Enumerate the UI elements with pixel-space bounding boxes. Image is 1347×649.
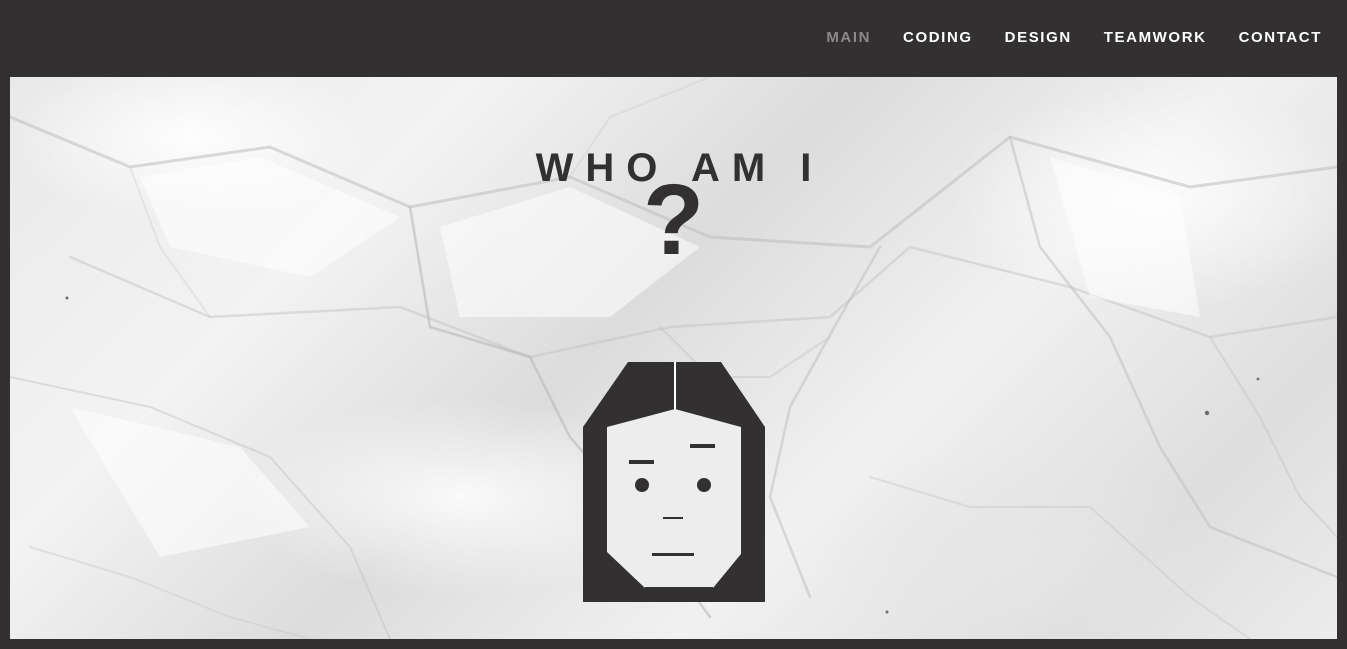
avatar-face-icon (583, 362, 765, 602)
page: MAIN CODING DESIGN TEAMWORK CONTACT WHO … (0, 0, 1347, 649)
nav-item-coding[interactable]: CODING (903, 28, 973, 48)
top-navigation-bar: MAIN CODING DESIGN TEAMWORK CONTACT (0, 0, 1347, 77)
nav-item-teamwork[interactable]: TEAMWORK (1104, 28, 1207, 48)
nav-item-main[interactable]: MAIN (826, 28, 871, 48)
nav-item-design[interactable]: DESIGN (1005, 28, 1072, 48)
hero-banner: WHO AM I ? (10, 77, 1337, 639)
main-nav: MAIN CODING DESIGN TEAMWORK CONTACT (794, 28, 1322, 48)
question-mark: ? (642, 164, 705, 276)
nav-item-contact[interactable]: CONTACT (1239, 28, 1322, 48)
